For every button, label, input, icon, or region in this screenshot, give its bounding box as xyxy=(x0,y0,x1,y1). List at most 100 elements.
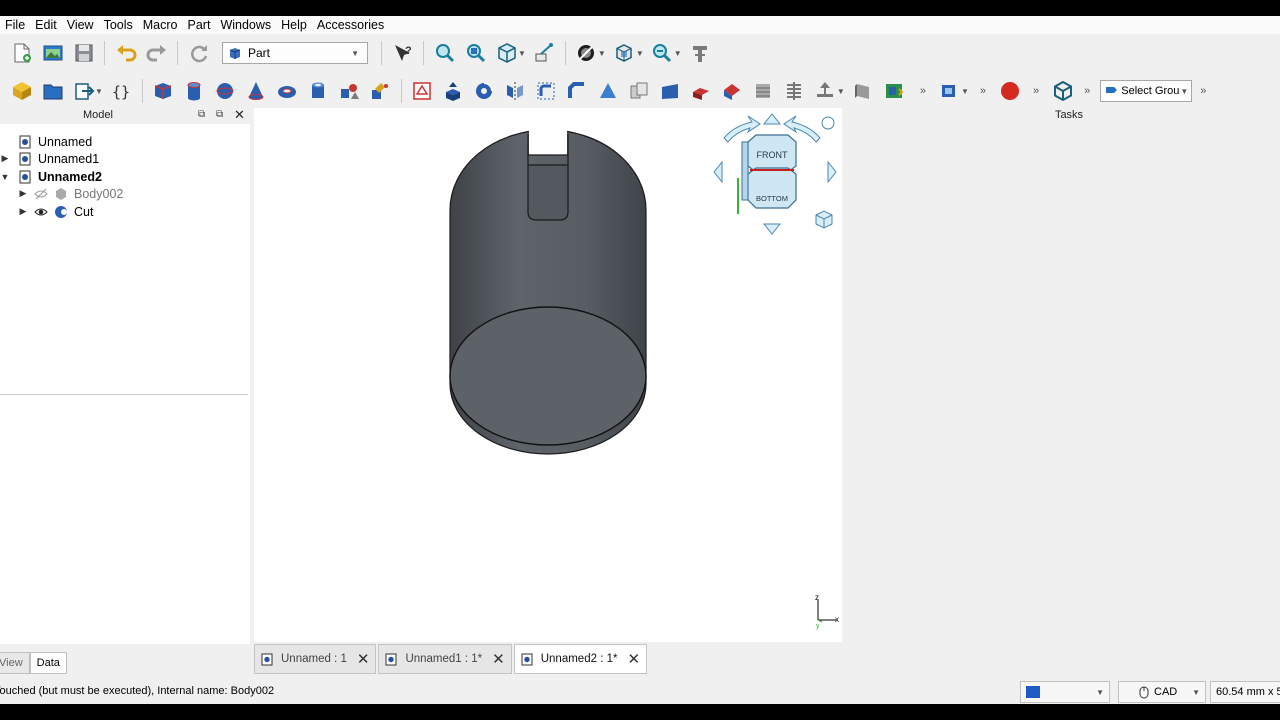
menu-macro[interactable]: Macro xyxy=(138,16,183,34)
menu-help[interactable]: Help xyxy=(276,16,312,34)
chevron-down-icon[interactable]: ▼ xyxy=(674,49,682,58)
undo-icon[interactable] xyxy=(112,39,140,67)
panel-close-icon[interactable]: ✕ xyxy=(234,107,245,123)
visible-eye-icon[interactable] xyxy=(34,205,48,219)
torus-icon[interactable] xyxy=(273,77,301,105)
view-box-icon[interactable] xyxy=(610,39,638,67)
expand-arrow-icon[interactable]: ▶ xyxy=(18,206,28,217)
chevron-down-icon[interactable]: ▼ xyxy=(95,87,103,96)
workbench-selector[interactable]: Part ▼ xyxy=(222,42,368,64)
tab-document-unnamed2[interactable]: Unnamed2 : 1* ✕ xyxy=(513,644,648,674)
more-tools-icon[interactable]: » xyxy=(1200,85,1206,97)
whats-this-icon[interactable]: ? xyxy=(389,39,417,67)
close-tab-icon[interactable]: ✕ xyxy=(357,650,370,668)
more-tools-icon[interactable]: » xyxy=(1033,85,1039,97)
chevron-down-icon[interactable]: ▼ xyxy=(518,49,526,58)
boolean-icon[interactable] xyxy=(935,77,963,105)
sphere-icon[interactable] xyxy=(211,77,239,105)
tree-item-unnamed2[interactable]: ▼ Unnamed2 xyxy=(0,168,102,185)
fit-selection-icon[interactable] xyxy=(462,39,490,67)
tree-item-unnamed[interactable]: Unnamed xyxy=(0,133,92,150)
macro-record-icon[interactable] xyxy=(996,77,1024,105)
hidden-eye-icon[interactable] xyxy=(34,187,48,201)
projection-icon[interactable] xyxy=(849,77,877,105)
panel-restore-icon[interactable]: ⧉ xyxy=(216,109,223,120)
draw-style-icon[interactable] xyxy=(572,39,600,67)
zoom-icon[interactable] xyxy=(648,39,676,67)
close-tab-icon[interactable]: ✕ xyxy=(492,650,505,668)
tree-item-cut[interactable]: ▶ Cut xyxy=(18,203,94,220)
chevron-down-icon[interactable]: ▼ xyxy=(598,49,606,58)
menu-edit[interactable]: Edit xyxy=(30,16,62,34)
color-per-face-icon[interactable] xyxy=(880,77,908,105)
structure-icon[interactable] xyxy=(1049,77,1077,105)
chevron-down-icon[interactable]: ▼ xyxy=(636,49,644,58)
nav-cube-menu-icon[interactable] xyxy=(821,116,835,130)
more-tools-icon[interactable]: » xyxy=(920,85,926,97)
make-face-icon[interactable] xyxy=(594,77,622,105)
section-icon[interactable] xyxy=(718,77,746,105)
tab-data[interactable]: Data xyxy=(29,652,67,674)
new-file-icon[interactable] xyxy=(8,39,36,67)
panel-float-icon[interactable]: ⧉ xyxy=(198,109,205,120)
tree-item-body002[interactable]: ▶ Body002 xyxy=(18,185,124,202)
menu-view[interactable]: View xyxy=(62,16,99,34)
ruled-surface-icon[interactable] xyxy=(625,77,653,105)
3d-viewport[interactable]: FRONT BOTTOM z x y xyxy=(254,108,842,642)
expand-arrow-icon[interactable]: ▶ xyxy=(18,188,28,199)
navigation-color-dropdown[interactable]: ▼ xyxy=(1020,681,1110,703)
redo-icon[interactable] xyxy=(143,39,171,67)
cylinder-bottom-face[interactable] xyxy=(449,306,647,446)
primitives-icon[interactable] xyxy=(335,77,363,105)
view-cube[interactable]: FRONT BOTTOM xyxy=(737,134,797,214)
sweep-icon[interactable] xyxy=(687,77,715,105)
select-group-dropdown[interactable]: Select Grou ▼ xyxy=(1100,80,1193,102)
arrow-left-icon[interactable] xyxy=(713,160,723,184)
chevron-down-icon[interactable]: ▼ xyxy=(837,87,845,96)
fit-all-icon[interactable] xyxy=(431,39,459,67)
offset-icon[interactable] xyxy=(780,77,808,105)
tab-document-unnamed[interactable]: Unnamed : 1 ✕ xyxy=(254,644,377,674)
tube-icon[interactable] xyxy=(304,77,332,105)
close-tab-icon[interactable]: ✕ xyxy=(627,650,640,668)
menu-part[interactable]: Part xyxy=(183,16,216,34)
more-tools-icon[interactable]: » xyxy=(1084,85,1090,97)
menu-tools[interactable]: Tools xyxy=(99,16,138,34)
tab-view[interactable]: View xyxy=(0,652,30,674)
macro-icon[interactable] xyxy=(686,39,714,67)
open-file-icon[interactable] xyxy=(39,39,67,67)
tree-item-unnamed1[interactable]: ▶ Unnamed1 xyxy=(0,150,100,167)
group-icon[interactable] xyxy=(39,77,67,105)
chamfer-icon[interactable] xyxy=(563,77,591,105)
loft-icon[interactable] xyxy=(656,77,684,105)
tab-document-unnamed1[interactable]: Unnamed1 : 1* ✕ xyxy=(378,644,512,674)
shape-builder-icon[interactable] xyxy=(366,77,394,105)
save-file-icon[interactable] xyxy=(70,39,98,67)
standard-views-icon[interactable] xyxy=(493,39,521,67)
menu-accessories[interactable]: Accessories xyxy=(312,16,389,34)
arrow-down-icon[interactable] xyxy=(762,223,782,235)
navigation-style-dropdown[interactable]: CAD ▼ xyxy=(1118,681,1206,703)
link-make-icon[interactable] xyxy=(70,77,98,105)
more-tools-icon[interactable]: » xyxy=(980,85,986,97)
navigation-cube[interactable]: FRONT BOTTOM xyxy=(702,108,842,248)
cone-icon[interactable] xyxy=(242,77,270,105)
arrow-up-icon[interactable] xyxy=(762,113,782,125)
refresh-icon[interactable] xyxy=(185,39,213,67)
menu-file[interactable]: File xyxy=(0,16,30,34)
part-icon[interactable] xyxy=(8,77,36,105)
collapse-arrow-icon[interactable]: ▼ xyxy=(0,172,10,182)
thickness-icon[interactable] xyxy=(811,77,839,105)
menu-windows[interactable]: Windows xyxy=(215,16,276,34)
extrude-icon[interactable] xyxy=(439,77,467,105)
mirror-icon[interactable] xyxy=(501,77,529,105)
arrow-right-icon[interactable] xyxy=(827,160,837,184)
cube-icon[interactable] xyxy=(149,77,177,105)
expand-arrow-icon[interactable]: ▶ xyxy=(0,153,10,164)
fillet-icon[interactable] xyxy=(532,77,560,105)
measure-distance-icon[interactable] xyxy=(530,39,558,67)
cylinder-icon[interactable] xyxy=(180,77,208,105)
revolve-icon[interactable] xyxy=(470,77,498,105)
variable-set-icon[interactable]: {} xyxy=(107,77,135,105)
chevron-down-icon[interactable]: ▼ xyxy=(961,87,969,96)
